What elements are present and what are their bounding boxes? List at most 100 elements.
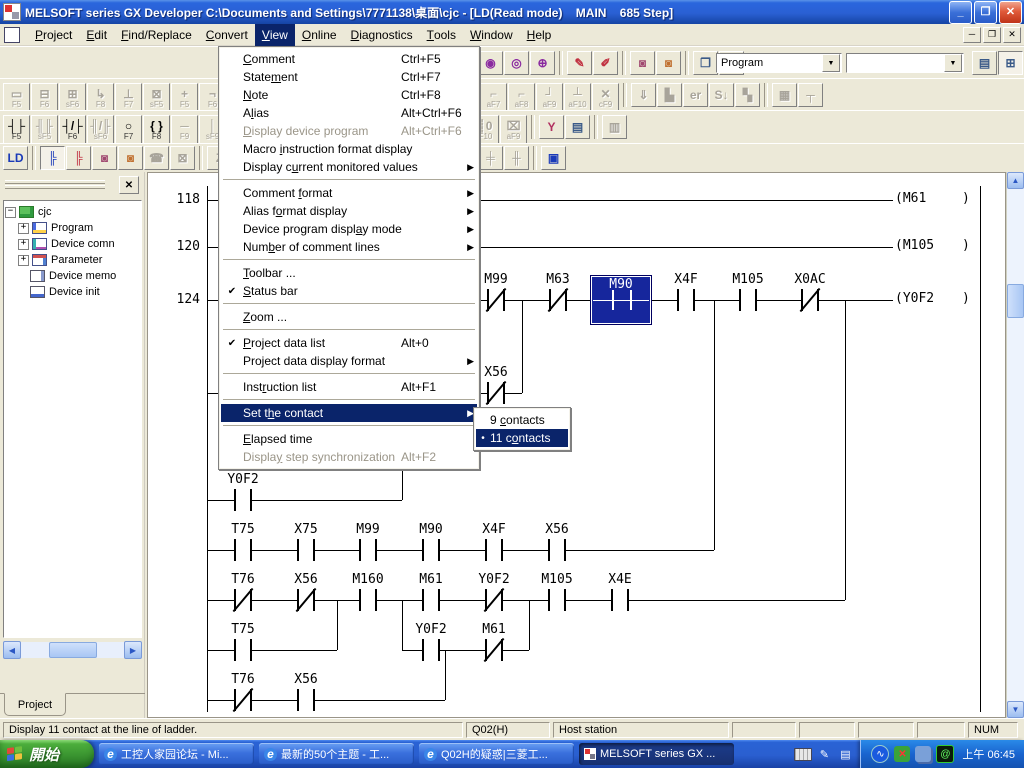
menu-edit[interactable]: Edit <box>79 24 114 46</box>
menu-item-alias[interactable]: AliasAlt+Ctrl+F6 <box>221 104 477 122</box>
mdi-restore-icon[interactable]: ❐ <box>983 27 1001 43</box>
menu-item-zoom[interactable]: Zoom ... <box>221 308 477 326</box>
menu-item-alias-format-display[interactable]: Alias format display▶ <box>221 202 477 220</box>
scroll-down-icon[interactable]: ▼ <box>1007 701 1024 718</box>
zoom-dest-icon[interactable]: ◙ <box>656 51 681 75</box>
find-device-2-icon[interactable]: ◙ <box>92 146 117 170</box>
transfer-cancel-icon[interactable]: ⊠ <box>170 146 195 170</box>
tree-item-parameter[interactable]: +Parameter <box>5 252 140 268</box>
step-transfer-icon[interactable]: ⇓ <box>631 83 656 107</box>
maximize-button[interactable]: ❐ <box>974 1 997 24</box>
insert-row-icon[interactable]: ╪ <box>478 146 503 170</box>
editor-vertical-scrollbar[interactable]: ▲ ▼ <box>1006 172 1024 718</box>
menu-window[interactable]: Window <box>463 24 520 46</box>
open-contact-icon[interactable]: ┤├F5 <box>3 115 30 145</box>
block-parameter-icon[interactable]: ▚ <box>735 83 760 107</box>
menu-item-statement[interactable]: StatementCtrl+F7 <box>221 68 477 86</box>
pen-icon[interactable]: ✎ <box>815 746 833 762</box>
chevron-down-icon[interactable]: ▼ <box>944 54 962 72</box>
menu-item-project-data-list[interactable]: ✔Project data listAlt+0 <box>221 334 477 352</box>
device-block-icon[interactable]: ▥ <box>602 115 627 139</box>
network-error-icon[interactable]: ✕ <box>894 746 910 762</box>
menu-item-macro-instruction-format-display[interactable]: Macro instruction format display <box>221 140 477 158</box>
rule-af7-icon[interactable]: ⌐aF7 <box>480 83 507 113</box>
menu-item-comment-format[interactable]: Comment format▶ <box>221 184 477 202</box>
mdi-minimize-icon[interactable]: ─ <box>963 27 981 43</box>
menu-item-display-device-program[interactable]: Display device programAlt+Ctrl+F6 <box>221 122 477 140</box>
menu-item-note[interactable]: NoteCtrl+F8 <box>221 86 477 104</box>
menu-item-11-contacts[interactable]: •11 contacts <box>476 429 568 447</box>
rule-cf9-icon[interactable]: ✕cF9 <box>592 83 619 113</box>
menu-item-number-of-comment-lines[interactable]: Number of comment lines▶ <box>221 238 477 256</box>
volume-wave-icon[interactable]: ∿ <box>871 745 889 763</box>
menu-item-device-program-display-mode[interactable]: Device program display mode▶ <box>221 220 477 238</box>
menu-item-comment[interactable]: CommentCtrl+F5 <box>221 50 477 68</box>
pair-delete-icon[interactable]: ⌧aF9 <box>500 115 527 145</box>
write-mode-icon[interactable]: ✎ <box>567 51 592 75</box>
rule-af9-icon[interactable]: ┘aF9 <box>536 83 563 113</box>
menu-tools[interactable]: Tools <box>420 24 463 46</box>
tree-item-program[interactable]: +Program <box>5 220 140 236</box>
block-grid-icon[interactable]: ▦ <box>772 83 797 107</box>
transfer-setup-icon[interactable]: ☎ <box>144 146 169 170</box>
project-data-list-icon[interactable]: ╠ <box>40 146 65 170</box>
menu-item-9-contacts[interactable]: 9 contacts <box>476 411 568 429</box>
menu-convert[interactable]: Convert <box>199 24 255 46</box>
monitor-window-icon[interactable]: ▣ <box>541 146 566 170</box>
menu-project[interactable]: Project <box>28 24 79 46</box>
menu-item-display-current-monitored-values[interactable]: Display current monitored values▶ <box>221 158 477 176</box>
panel-grip[interactable] <box>5 180 105 184</box>
find-device-icon[interactable]: ◎ <box>504 51 529 75</box>
start-button[interactable]: 開始 <box>0 740 94 768</box>
close-button[interactable]: ✕ <box>999 1 1022 24</box>
menu-help[interactable]: Help <box>520 24 559 46</box>
minimize-button[interactable]: _ <box>949 1 972 24</box>
task-button-mi[interactable]: e工控人家园论坛 - Mi... <box>99 743 254 765</box>
parallel-contact-icon[interactable]: ╢╟sF5 <box>31 115 58 145</box>
rule-af8-icon[interactable]: ⌐aF8 <box>508 83 535 113</box>
chevron-down-icon[interactable]: ▼ <box>822 54 840 72</box>
task-button-50[interactable]: e最新的50个主题 - 工... <box>259 743 414 765</box>
delete-row-icon[interactable]: ╫ <box>504 146 529 170</box>
menu-find-replace[interactable]: Find/Replace <box>114 24 199 46</box>
menu-item-project-data-display-format[interactable]: Project data display format▶ <box>221 352 477 370</box>
sfc-end-step-icon[interactable]: ⊥F7 <box>115 83 142 113</box>
project-edit-icon[interactable]: ╠ <box>66 146 91 170</box>
expand-icon[interactable]: + <box>18 255 29 266</box>
sfc-parallel-icon[interactable]: ⊞sF6 <box>59 83 86 113</box>
sfc-jump-icon[interactable]: ↳F8 <box>87 83 114 113</box>
parallel-closed-icon[interactable]: ╢/╟sF6 <box>87 115 114 145</box>
collapse-icon[interactable]: − <box>5 207 16 218</box>
find-string-icon[interactable]: ⊕ <box>530 51 555 75</box>
data-edit-icon[interactable]: ▤ <box>565 115 590 139</box>
new-view-icon[interactable]: ▤ <box>972 51 997 75</box>
ladder-mode-icon[interactable]: LD <box>3 146 28 170</box>
terminal-icon[interactable]: @ <box>936 745 954 763</box>
tree-horizontal-scrollbar[interactable]: ◀ ▶ <box>3 642 142 658</box>
menu-item-set-the-contact[interactable]: Set the contact▶ <box>221 404 477 422</box>
menu-item-toolbar[interactable]: Toolbar ... <box>221 264 477 282</box>
sfc-block-icon[interactable]: ⊠sF5 <box>143 83 170 113</box>
scroll-thumb[interactable] <box>49 642 97 658</box>
scroll-right-icon[interactable]: ▶ <box>124 641 142 659</box>
expand-icon[interactable]: + <box>18 239 29 250</box>
menu-item-elapsed-time[interactable]: Elapsed time <box>221 430 477 448</box>
sort-tree-icon[interactable]: ┬ <box>798 83 823 107</box>
expand-icon[interactable]: + <box>18 223 29 234</box>
menu-item-status-bar[interactable]: ✔Status bar <box>221 282 477 300</box>
application-instruction-icon[interactable]: { }F8 <box>143 115 170 145</box>
menu-item-instruction-list[interactable]: Instruction listAlt+F1 <box>221 378 477 396</box>
menu-item-display-step-synchronization[interactable]: Display step synchronizationAlt+F2 <box>221 448 477 466</box>
coil-icon[interactable]: ○F7 <box>115 115 142 145</box>
writing-pad-icon[interactable]: ▤ <box>836 746 854 762</box>
monitor-write-icon[interactable]: ✐ <box>593 51 618 75</box>
horizontal-line-icon[interactable]: ─F9 <box>171 115 198 145</box>
closed-contact-icon[interactable]: ┤/├F6 <box>59 115 86 145</box>
block-error-icon[interactable]: er <box>683 83 708 107</box>
scroll-up-icon[interactable]: ▲ <box>1007 172 1024 189</box>
task-button-q02h[interactable]: eQ02H的疑惑|三菱工... <box>419 743 574 765</box>
menu-online[interactable]: Online <box>295 24 344 46</box>
scroll-left-icon[interactable]: ◀ <box>3 641 21 659</box>
mdi-document-icon[interactable] <box>4 27 20 43</box>
tree-item-device-memo[interactable]: Device memo <box>5 268 140 284</box>
